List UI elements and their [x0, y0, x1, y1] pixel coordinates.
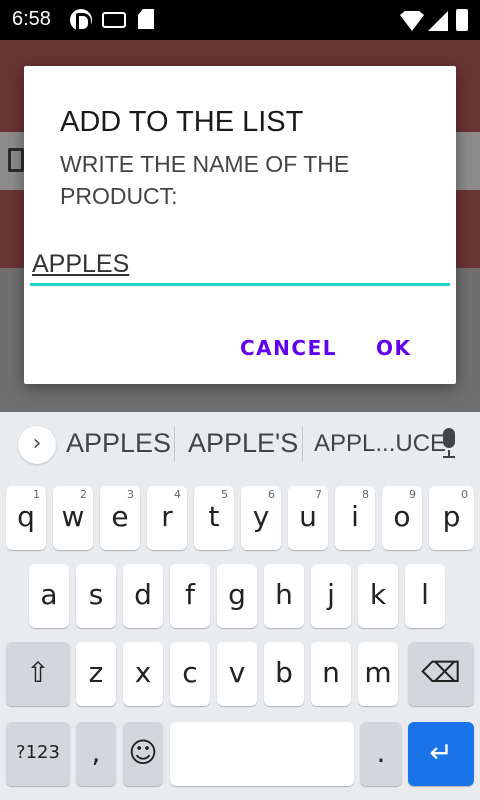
- key-s[interactable]: s: [76, 564, 116, 628]
- ok-button[interactable]: OK: [376, 336, 412, 360]
- key-o[interactable]: o9: [382, 486, 422, 550]
- suggestion-3[interactable]: APPL...UCE: [314, 430, 446, 458]
- cancel-button[interactable]: CANCEL: [240, 336, 337, 360]
- key-c[interactable]: c: [170, 642, 210, 706]
- key-d[interactable]: d: [123, 564, 163, 628]
- key-a[interactable]: a: [29, 564, 69, 628]
- suggestion-divider: [302, 426, 303, 462]
- key-k[interactable]: k: [358, 564, 398, 628]
- product-name-input[interactable]: [30, 246, 450, 286]
- status-bar: 6:58: [0, 0, 480, 40]
- comma-key[interactable]: ,: [76, 722, 116, 786]
- backspace-key[interactable]: ⌫: [408, 642, 474, 706]
- suggestion-2[interactable]: APPLE'S: [188, 428, 298, 459]
- dialog-message: WRITE THE NAME OF THE PRODUCT:: [60, 151, 350, 209]
- dialog-title: ADD TO THE LIST: [60, 106, 304, 138]
- sdcard-icon: [138, 9, 154, 29]
- key-w[interactable]: w2: [53, 486, 93, 550]
- app-badge-icon: [70, 9, 92, 32]
- soft-keyboard: › APPLES APPLE'S APPL...UCE q1 w2 e3 r4 …: [0, 412, 480, 800]
- key-y[interactable]: y6: [241, 486, 281, 550]
- suggestion-divider: [174, 426, 175, 462]
- key-e[interactable]: e3: [100, 486, 140, 550]
- suggestion-1[interactable]: APPLES: [66, 428, 171, 459]
- key-z[interactable]: z: [76, 642, 116, 706]
- status-time: 6:58: [12, 8, 51, 30]
- key-t[interactable]: t5: [194, 486, 234, 550]
- key-n[interactable]: n: [311, 642, 351, 706]
- battery-icon: [456, 9, 468, 31]
- key-u[interactable]: u7: [288, 486, 328, 550]
- keyboard-icon: [102, 12, 126, 28]
- key-m[interactable]: m: [358, 642, 398, 706]
- list-item-checkbox: [8, 148, 24, 172]
- wifi-icon: [400, 11, 424, 31]
- emoji-key[interactable]: ☺: [123, 722, 163, 786]
- add-item-dialog: ADD TO THE LIST WRITE THE NAME OF THE PR…: [24, 66, 456, 384]
- key-i[interactable]: i8: [335, 486, 375, 550]
- key-p[interactable]: p0: [429, 486, 474, 550]
- suggestion-strip: › APPLES APPLE'S APPL...UCE: [0, 412, 480, 476]
- shift-key[interactable]: ⇧: [6, 642, 70, 706]
- enter-key[interactable]: ↵: [408, 722, 474, 786]
- key-j[interactable]: j: [311, 564, 351, 628]
- period-key[interactable]: .: [360, 722, 402, 786]
- key-b[interactable]: b: [264, 642, 304, 706]
- key-x[interactable]: x: [123, 642, 163, 706]
- key-f[interactable]: f: [170, 564, 210, 628]
- key-q[interactable]: q1: [6, 486, 46, 550]
- key-g[interactable]: g: [217, 564, 257, 628]
- symbols-key[interactable]: ?123: [6, 722, 70, 786]
- key-v[interactable]: v: [217, 642, 257, 706]
- expand-toolbar-button[interactable]: ›: [18, 426, 56, 464]
- key-h[interactable]: h: [264, 564, 304, 628]
- key-l[interactable]: l: [405, 564, 445, 628]
- microphone-icon[interactable]: [440, 428, 458, 460]
- space-key[interactable]: [170, 722, 354, 786]
- signal-icon: [428, 11, 448, 31]
- key-r[interactable]: r4: [147, 486, 187, 550]
